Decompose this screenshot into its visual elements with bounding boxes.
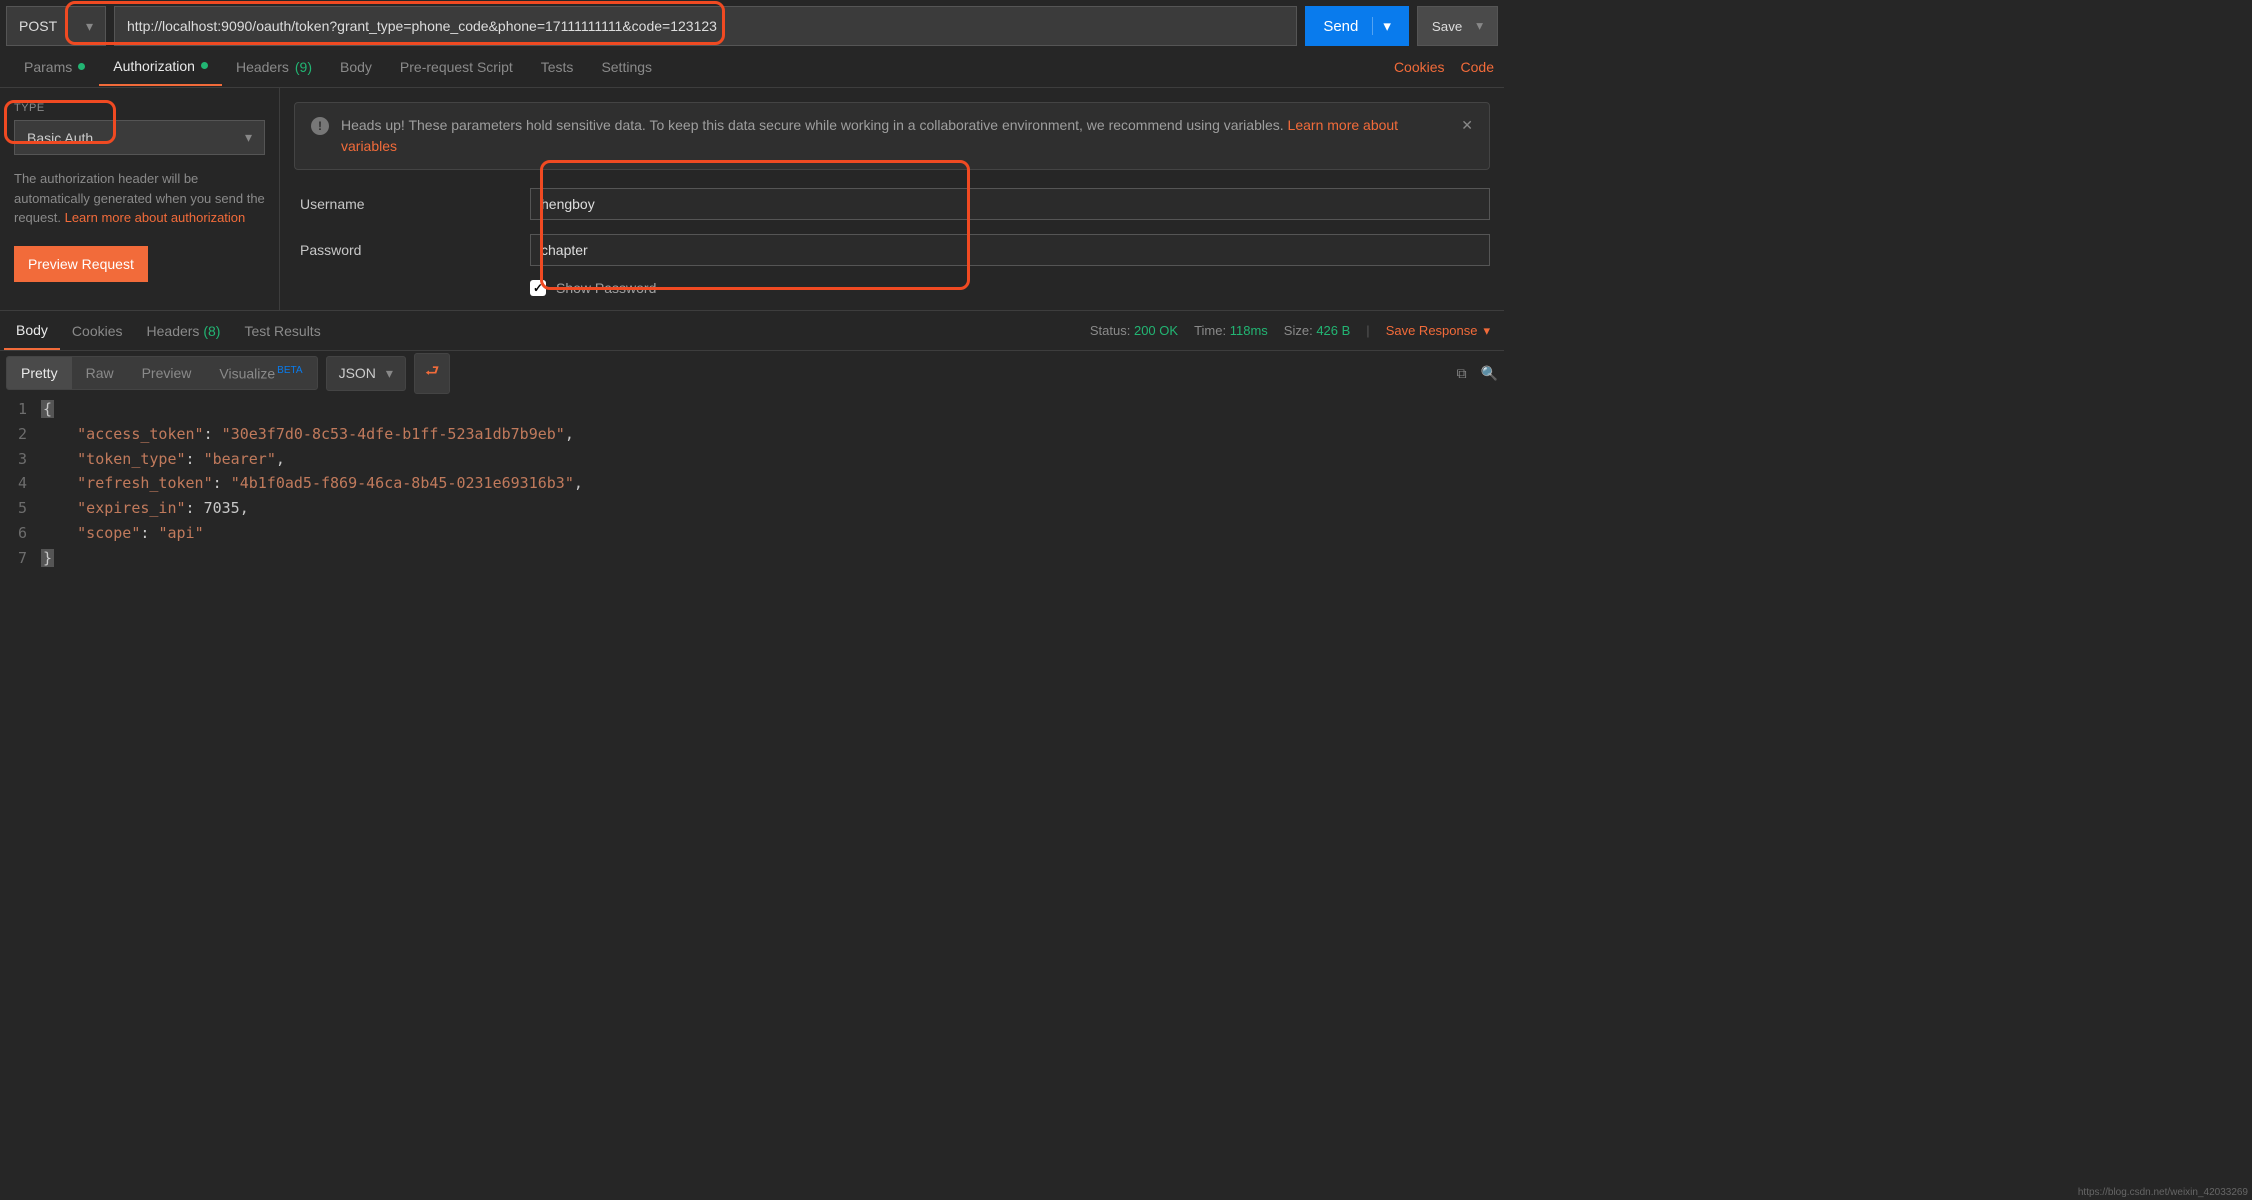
tab-headers[interactable]: Headers (9): [222, 49, 326, 85]
auth-type-select[interactable]: Basic Auth ▾: [14, 120, 265, 155]
copy-icon[interactable]: ⧉: [1457, 365, 1467, 382]
chevron-down-icon[interactable]: ▾: [1372, 17, 1391, 35]
status-value: 200 OK: [1134, 323, 1178, 338]
search-icon[interactable]: 🔍: [1481, 365, 1498, 382]
show-password-label: Show Password: [556, 280, 656, 296]
tab-params[interactable]: Params: [10, 49, 99, 85]
learn-more-auth-link[interactable]: Learn more about authorization: [65, 210, 246, 225]
request-tabs: Params Authorization Headers (9) Body Pr…: [0, 46, 1504, 88]
resp-tab-test-results[interactable]: Test Results: [232, 313, 332, 349]
view-mode-segment: Pretty Raw Preview VisualizeBETA: [6, 356, 318, 391]
auth-type-label: TYPE: [14, 102, 265, 114]
time-value: 118ms: [1230, 323, 1268, 338]
password-label: Password: [300, 242, 530, 258]
chevron-down-icon: ▾: [386, 365, 393, 382]
view-visualize[interactable]: VisualizeBETA: [205, 357, 316, 390]
close-icon[interactable]: ✕: [1461, 115, 1473, 136]
dot-indicator-icon: [78, 63, 85, 70]
save-button[interactable]: Save ▾: [1417, 6, 1498, 46]
tab-authorization[interactable]: Authorization: [99, 48, 222, 86]
save-response-button[interactable]: Save Response ▾: [1386, 323, 1490, 339]
wrap-lines-button[interactable]: ⮐: [414, 353, 450, 394]
chevron-down-icon[interactable]: ▾: [1476, 18, 1483, 34]
line-gutter: 1234567: [0, 395, 41, 572]
wrap-icon: ⮐: [425, 360, 439, 387]
json-access-token: "30e3f7d0-8c53-4dfe-b1ff-523a1db7b9eb": [222, 425, 565, 443]
body-format-select[interactable]: JSON ▾: [326, 356, 406, 391]
username-input[interactable]: [530, 188, 1490, 220]
http-method-value: POST: [19, 18, 57, 34]
response-json[interactable]: { "access_token": "30e3f7d0-8c53-4dfe-b1…: [41, 395, 583, 572]
response-tabs: Body Cookies Headers (8) Test Results St…: [0, 311, 1504, 351]
size-value: 426 B: [1316, 323, 1350, 338]
tab-prerequest[interactable]: Pre-request Script: [386, 49, 527, 85]
info-icon: !: [311, 117, 329, 135]
chevron-down-icon: ▾: [1483, 323, 1490, 339]
view-raw[interactable]: Raw: [72, 357, 128, 390]
resp-tab-headers[interactable]: Headers (8): [135, 313, 233, 349]
tab-settings[interactable]: Settings: [587, 49, 666, 85]
tab-body[interactable]: Body: [326, 49, 386, 85]
sensitive-data-banner: ! Heads up! These parameters hold sensit…: [294, 102, 1490, 170]
tab-tests[interactable]: Tests: [527, 49, 588, 85]
resp-tab-body[interactable]: Body: [4, 312, 60, 350]
view-preview[interactable]: Preview: [128, 357, 206, 390]
auth-type-value: Basic Auth: [27, 130, 93, 146]
send-button[interactable]: Send ▾: [1305, 6, 1409, 46]
url-value: http://localhost:9090/oauth/token?grant_…: [127, 18, 717, 34]
auth-description: The authorization header will be automat…: [14, 169, 265, 228]
cookies-link[interactable]: Cookies: [1394, 59, 1445, 75]
preview-request-button[interactable]: Preview Request: [14, 246, 148, 282]
chevron-down-icon: ▾: [245, 129, 252, 146]
watermark: https://blog.csdn.net/weixin_42033269: [2078, 1187, 2248, 1198]
url-input[interactable]: http://localhost:9090/oauth/token?grant_…: [114, 6, 1297, 46]
dot-indicator-icon: [201, 62, 208, 69]
code-link[interactable]: Code: [1461, 59, 1494, 75]
password-input[interactable]: [530, 234, 1490, 266]
resp-tab-cookies[interactable]: Cookies: [60, 313, 135, 349]
chevron-down-icon: ▾: [86, 18, 93, 35]
show-password-checkbox[interactable]: ✓: [530, 280, 546, 296]
view-pretty[interactable]: Pretty: [7, 357, 72, 390]
username-label: Username: [300, 196, 530, 212]
http-method-select[interactable]: POST ▾: [6, 6, 106, 46]
response-body: 1234567 { "access_token": "30e3f7d0-8c53…: [0, 395, 1504, 582]
